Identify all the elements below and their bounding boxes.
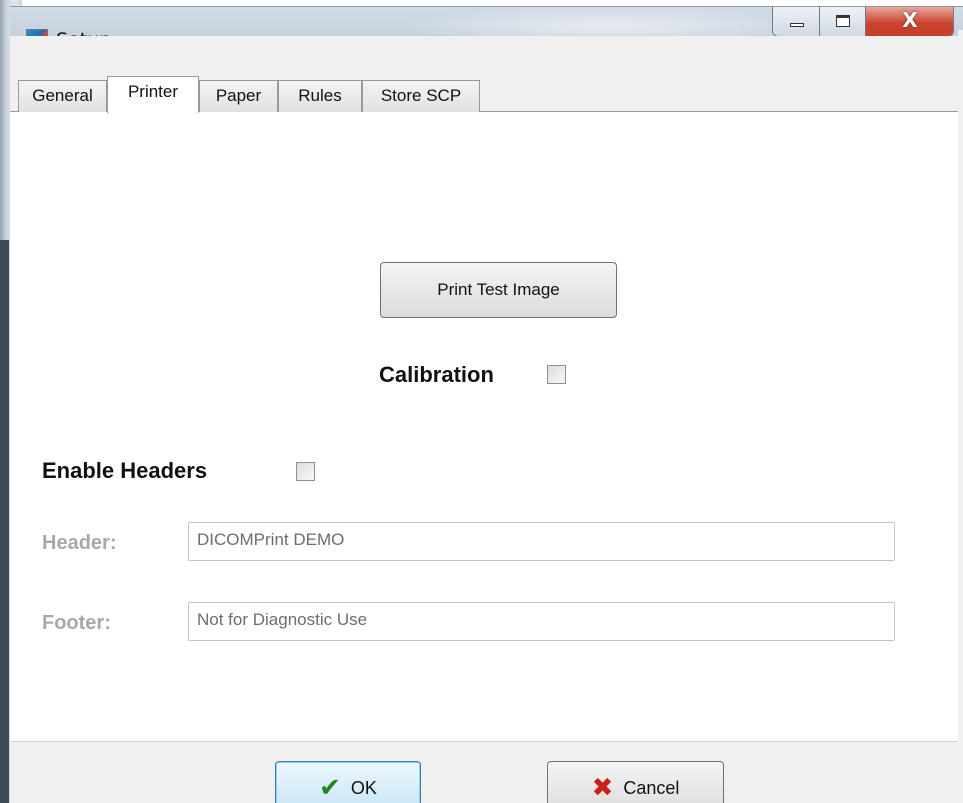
close-icon: X <box>902 8 918 32</box>
cancel-button[interactable]: ✖ Cancel <box>547 761 724 803</box>
header-field[interactable]: DICOMPrint DEMO <box>188 522 895 561</box>
tab-rules[interactable]: Rules <box>278 80 362 112</box>
cancel-label: Cancel <box>623 777 680 798</box>
minimize-icon <box>790 23 804 27</box>
tab-printer[interactable]: Printer <box>107 76 199 113</box>
window-right-border <box>958 30 963 803</box>
dialog-button-bar: ✔ OK ✖ Cancel <box>10 741 963 803</box>
footer-label: Footer: <box>42 612 111 634</box>
desktop-top-edge <box>0 0 963 4</box>
footer-field[interactable]: Not for Diagnostic Use <box>188 602 895 641</box>
enable-headers-checkbox[interactable] <box>296 462 315 481</box>
ok-button[interactable]: ✔ OK <box>275 761 421 803</box>
minimize-button[interactable] <box>772 7 820 37</box>
ok-label: OK <box>350 777 377 798</box>
tab-strip: General Printer Paper Rules Store SCP <box>10 76 963 113</box>
tab-general[interactable]: General <box>18 80 107 112</box>
close-button[interactable]: X <box>866 7 954 37</box>
tab-store-scp[interactable]: Store SCP <box>362 80 480 112</box>
window-controls: X <box>772 7 954 37</box>
calibration-label: Calibration <box>379 362 494 387</box>
window-client-area: General Printer Paper Rules Store SCP Pr… <box>10 36 963 803</box>
maximize-button[interactable] <box>820 7 866 37</box>
x-icon: ✖ <box>591 773 614 803</box>
printer-tab-panel: Print Test Image Calibration Enable Head… <box>10 112 963 741</box>
header-label: Header: <box>42 532 117 554</box>
desktop-left-shadow <box>0 240 9 803</box>
maximize-icon <box>836 15 850 27</box>
calibration-checkbox[interactable] <box>547 365 566 384</box>
enable-headers-label: Enable Headers <box>42 458 208 483</box>
check-icon: ✔ <box>319 773 341 803</box>
print-test-image-button[interactable]: Print Test Image <box>380 262 617 318</box>
setup-window: PS Setup X General Printer Paper Rules S… <box>10 6 963 803</box>
tab-paper[interactable]: Paper <box>199 80 278 112</box>
